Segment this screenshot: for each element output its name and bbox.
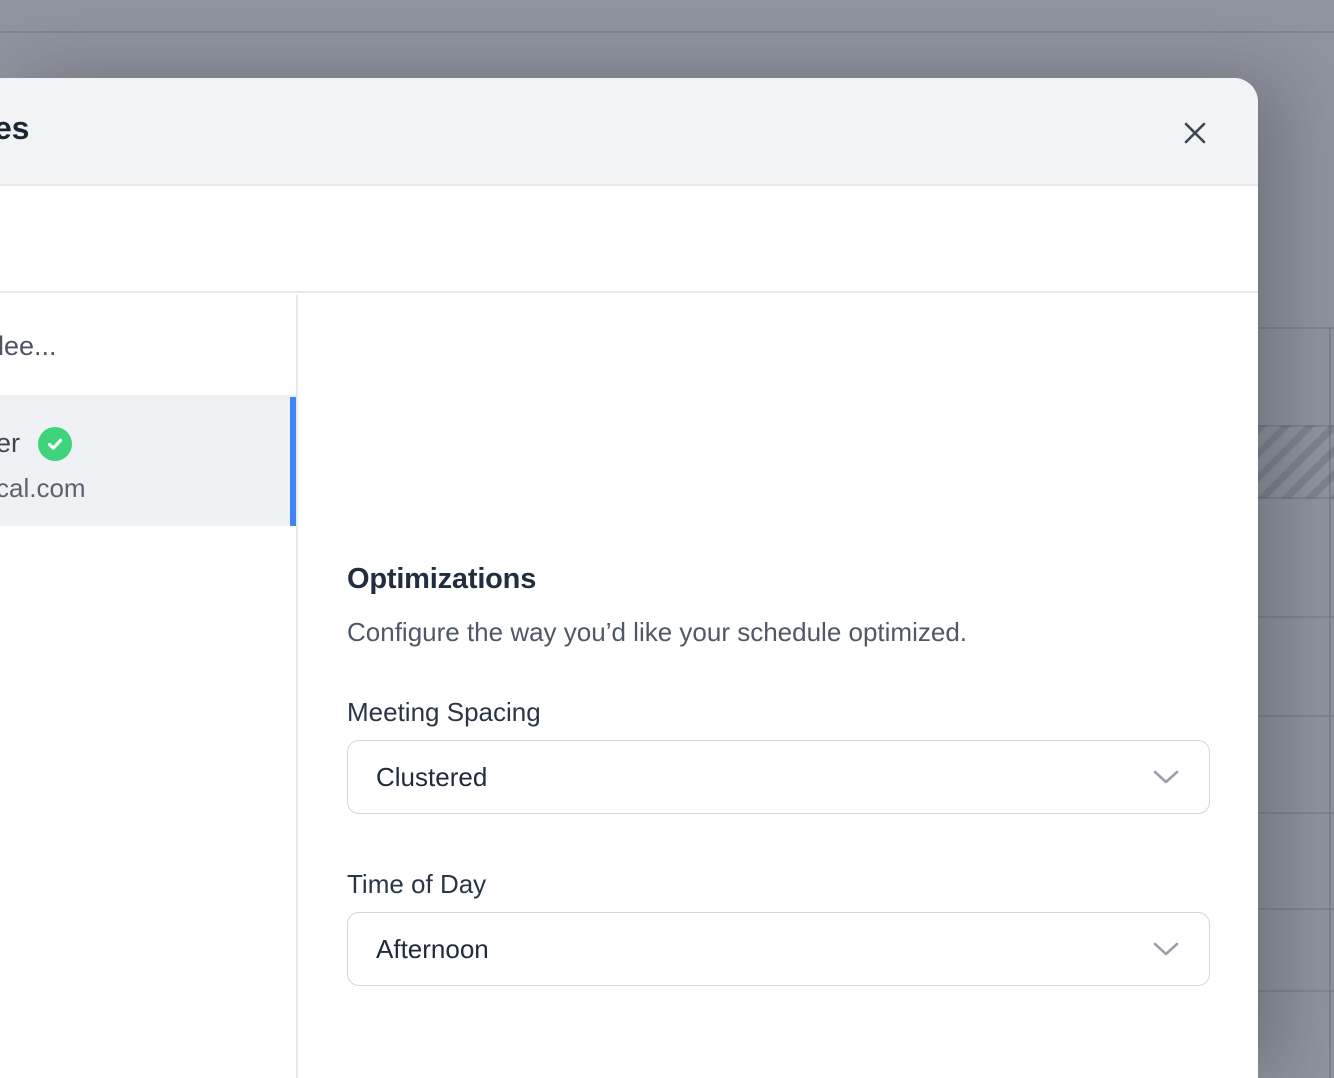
calendar-grid-hline: [1258, 327, 1334, 329]
sidebar-item-selected[interactable]: er cal.com: [0, 397, 296, 526]
sidebar-item-label: er: [0, 428, 20, 459]
meeting-spacing-select[interactable]: Clustered: [347, 740, 1210, 814]
screen: es lee... er: [0, 0, 1334, 1078]
optimizations-title: Optimizations: [347, 563, 536, 596]
time-of-day-select[interactable]: Afternoon: [347, 912, 1210, 986]
settings-panel: Optimizations Configure the way you’d li…: [300, 295, 1258, 1078]
selected-accent-bar: [290, 397, 296, 526]
calendar-grid-hline: [1258, 812, 1334, 814]
meeting-spacing-value: Clustered: [376, 762, 487, 793]
sidebar-item-attendee[interactable]: lee...: [0, 295, 296, 397]
dialog-toolbar-band: [0, 186, 1258, 293]
calendar-grid-hline: [1258, 616, 1334, 618]
close-icon: [1181, 119, 1209, 147]
close-button[interactable]: [1174, 112, 1216, 154]
sidebar-item-sublabel: cal.com: [0, 473, 86, 504]
optimizations-description: Configure the way you’d like your schedu…: [347, 617, 967, 648]
settings-dialog: es lee... er: [0, 78, 1258, 1078]
meeting-spacing-label: Meeting Spacing: [347, 697, 541, 728]
chevron-down-icon: [1153, 770, 1179, 784]
calendar-grid-hline: [1258, 908, 1334, 910]
time-of-day-label: Time of Day: [347, 869, 486, 900]
settings-sidebar: lee... er cal.com: [0, 295, 298, 1078]
chevron-down-icon: [1153, 942, 1179, 956]
calendar-grid-hline: [1258, 715, 1334, 717]
verified-check-icon: [38, 427, 72, 461]
background-divider: [0, 31, 1334, 33]
dialog-header: es: [0, 78, 1258, 186]
dialog-title: es: [0, 110, 29, 147]
calendar-unavailable-stripes: [1258, 425, 1334, 499]
calendar-grid-hline: [1258, 497, 1334, 499]
time-of-day-value: Afternoon: [376, 934, 489, 965]
calendar-grid-hline: [1258, 990, 1334, 992]
dialog-body: lee... er cal.com Optimizations Configur: [0, 295, 1258, 1078]
sidebar-item-label: lee...: [0, 331, 57, 362]
